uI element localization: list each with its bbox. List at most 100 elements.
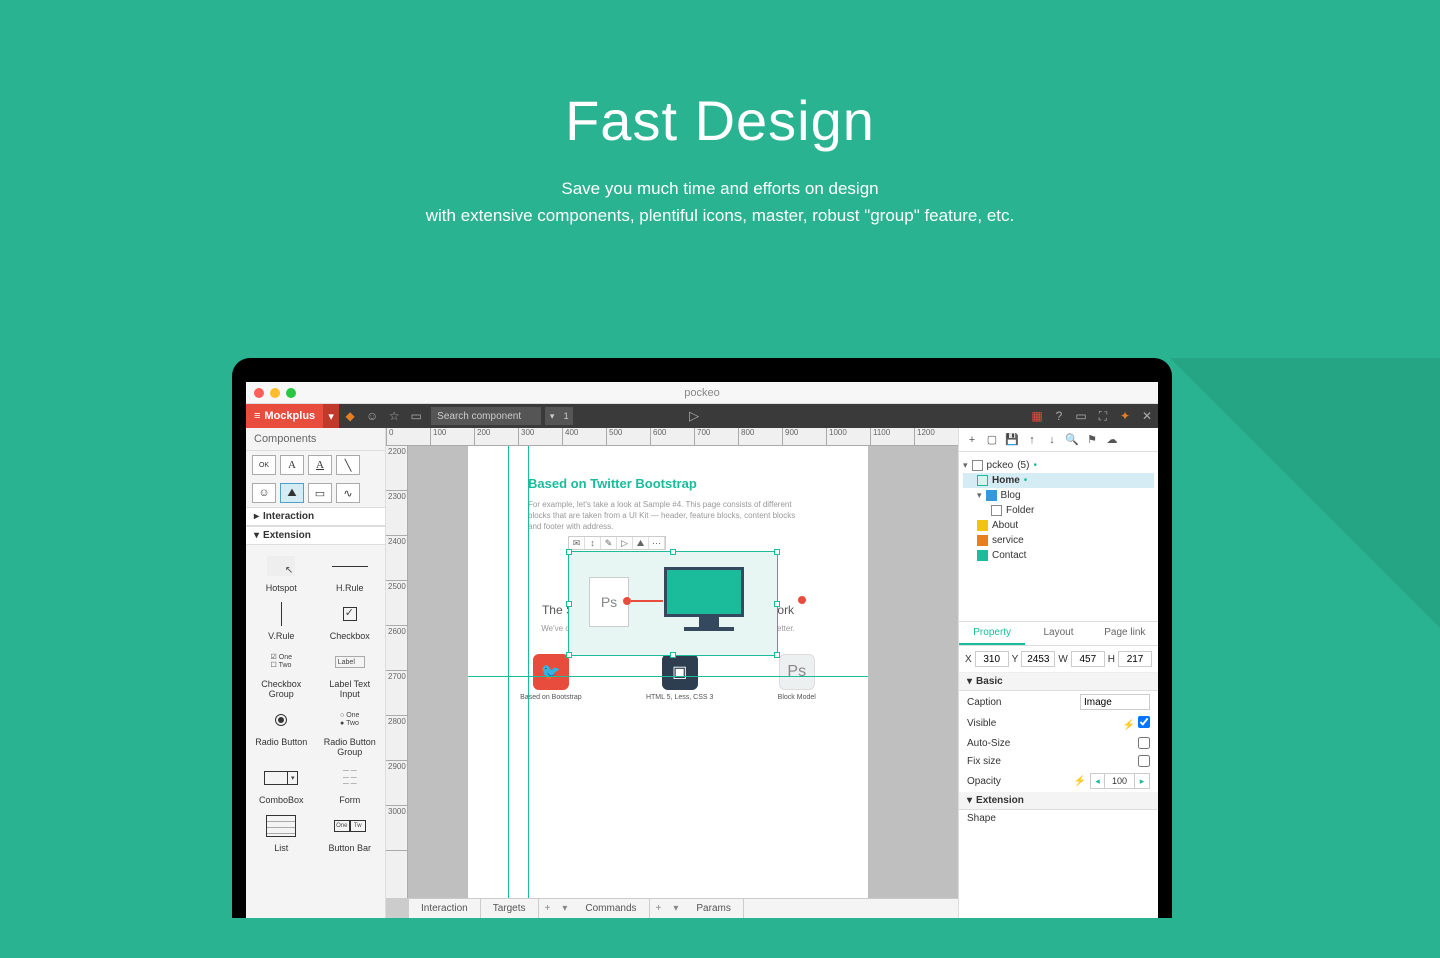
page-icon bbox=[977, 535, 988, 546]
comp-hrule[interactable]: H.Rule bbox=[317, 549, 384, 595]
ok-component-icon[interactable]: OK bbox=[252, 455, 276, 475]
comp-combobox[interactable]: ▾ComboBox bbox=[248, 761, 315, 807]
section-interaction[interactable]: ▸Interaction bbox=[246, 507, 385, 526]
grid-icon[interactable]: ▦ bbox=[1026, 404, 1048, 428]
star-icon[interactable]: ☆ bbox=[383, 404, 405, 428]
brand-dropdown-icon[interactable]: ▾ bbox=[323, 404, 339, 428]
cloud-icon[interactable]: ☁ bbox=[1103, 431, 1121, 449]
topbar: ≡ Mockplus ▾ ◆ ☺ ☆ ▭ Search component ▾ … bbox=[246, 404, 1158, 428]
link-node-icon[interactable] bbox=[798, 596, 806, 604]
autosize-checkbox[interactable] bbox=[1138, 737, 1150, 749]
play-icon[interactable]: ▷ bbox=[683, 404, 705, 428]
screen-icon[interactable]: ▭ bbox=[405, 404, 427, 428]
x-input[interactable] bbox=[975, 651, 1009, 667]
prop-autosize: Auto-Size bbox=[959, 734, 1158, 752]
section-extension[interactable]: ▾Extension bbox=[959, 792, 1158, 810]
visible-checkbox[interactable] bbox=[1138, 716, 1150, 728]
help-icon[interactable]: ? bbox=[1048, 404, 1070, 428]
monitor-frame: pockeo ≡ Mockplus ▾ ◆ ☺ ☆ ▭ Search compo… bbox=[232, 358, 1172, 918]
comp-button-bar[interactable]: OneTwButton Bar bbox=[317, 809, 384, 855]
comp-radio-group[interactable]: ○ One● TwoRadio Button Group bbox=[317, 703, 384, 759]
canvas[interactable]: 0100200300400500600700800900100011001200… bbox=[386, 428, 958, 918]
text-component-icon[interactable]: A bbox=[280, 455, 304, 475]
up-icon[interactable]: ↑ bbox=[1023, 431, 1041, 449]
sel-tool-icon[interactable]: ✎ bbox=[601, 537, 617, 549]
fullscreen-icon[interactable]: ⛶ bbox=[1092, 404, 1114, 428]
search-input[interactable]: Search component bbox=[431, 407, 541, 425]
artboard[interactable]: Based on Twitter Bootstrap For example, … bbox=[468, 446, 868, 898]
comp-hotspot[interactable]: Hotspot bbox=[248, 549, 315, 595]
cube-icon[interactable]: ◆ bbox=[339, 404, 361, 428]
folder-icon bbox=[972, 460, 983, 471]
new-folder-icon[interactable]: ▢ bbox=[983, 431, 1001, 449]
tab-property[interactable]: Property bbox=[959, 622, 1025, 645]
prop-shape: Shape bbox=[959, 810, 1158, 827]
maximize-icon[interactable] bbox=[286, 388, 296, 398]
tab-layout[interactable]: Layout bbox=[1025, 622, 1091, 645]
search-icon[interactable]: 🔍 bbox=[1063, 431, 1081, 449]
hero-title: Fast Design bbox=[0, 0, 1440, 153]
y-input[interactable] bbox=[1021, 651, 1055, 667]
brand-menu[interactable]: ≡ Mockplus bbox=[246, 404, 323, 428]
add-icon[interactable]: + bbox=[650, 903, 668, 914]
search-dropdown-icon[interactable]: ▾ bbox=[545, 407, 559, 425]
close-icon[interactable] bbox=[254, 388, 264, 398]
close-x-icon[interactable]: ✕ bbox=[1136, 404, 1158, 428]
tab-targets[interactable]: Targets bbox=[481, 899, 539, 918]
fixsize-checkbox[interactable] bbox=[1138, 755, 1150, 767]
section-basic[interactable]: ▾Basic bbox=[959, 673, 1158, 691]
window-icon[interactable]: ▭ bbox=[1070, 404, 1092, 428]
save-icon[interactable]: 💾 bbox=[1003, 431, 1021, 449]
sel-tool-icon[interactable]: ⛰ bbox=[633, 537, 649, 549]
selection-toolbar[interactable]: ✉↕✎▷⛰⋯ bbox=[568, 536, 666, 550]
image-component-icon[interactable]: ⛰ bbox=[280, 483, 304, 503]
emoji-component-icon[interactable]: ☺ bbox=[252, 483, 276, 503]
down-icon[interactable]: ▾ bbox=[556, 903, 573, 914]
comp-form[interactable]: — —— —— —Form bbox=[317, 761, 384, 807]
tree-page-service[interactable]: service bbox=[963, 533, 1154, 548]
tree-page-about[interactable]: About bbox=[963, 518, 1154, 533]
opacity-stepper[interactable]: ◂100▸ bbox=[1090, 773, 1150, 789]
flag-icon[interactable]: ⚑ bbox=[1083, 431, 1101, 449]
gift-icon[interactable]: ✦ bbox=[1114, 404, 1136, 428]
feature-bootstrap[interactable]: 🐦Based on Bootstrap bbox=[520, 654, 582, 701]
tree-page-blog[interactable]: ▾Blog bbox=[963, 488, 1154, 503]
tree-page-contact[interactable]: Contact bbox=[963, 548, 1154, 563]
down-icon[interactable]: ▾ bbox=[667, 903, 684, 914]
sel-tool-icon[interactable]: ▷ bbox=[617, 537, 633, 549]
line-component-icon[interactable]: ╲ bbox=[336, 455, 360, 475]
comp-checkbox[interactable]: Checkbox bbox=[317, 597, 384, 643]
down-icon[interactable]: ↓ bbox=[1043, 431, 1061, 449]
comp-label-text-input[interactable]: LabelLabel Text Input bbox=[317, 645, 384, 701]
comp-list[interactable]: List bbox=[248, 809, 315, 855]
caption-input[interactable] bbox=[1080, 694, 1150, 710]
comp-checkbox-group[interactable]: ☑ One☐ TwoCheckbox Group bbox=[248, 645, 315, 701]
selected-element[interactable]: Ps bbox=[568, 551, 778, 656]
tab-pagelink[interactable]: Page link bbox=[1092, 622, 1158, 645]
rect-component-icon[interactable]: ▭ bbox=[308, 483, 332, 503]
sel-tool-icon[interactable]: ↕ bbox=[585, 537, 601, 549]
w-input[interactable] bbox=[1071, 651, 1105, 667]
folder-icon bbox=[991, 505, 1002, 516]
tab-commands[interactable]: Commands bbox=[573, 899, 649, 918]
underline-component-icon[interactable]: A bbox=[308, 455, 332, 475]
smile-icon[interactable]: ☺ bbox=[361, 404, 383, 428]
page-icon bbox=[977, 475, 988, 486]
minimize-icon[interactable] bbox=[270, 388, 280, 398]
tree-page-home[interactable]: Home • bbox=[963, 473, 1154, 488]
add-icon[interactable]: + bbox=[539, 903, 557, 914]
comp-vrule[interactable]: V.Rule bbox=[248, 597, 315, 643]
tree-project[interactable]: ▾pckeo (5) • bbox=[963, 458, 1154, 473]
tab-interaction[interactable]: Interaction bbox=[408, 899, 481, 918]
curve-component-icon[interactable]: ∿ bbox=[336, 483, 360, 503]
tab-params[interactable]: Params bbox=[684, 899, 743, 918]
sel-tool-icon[interactable]: ✉ bbox=[569, 537, 585, 549]
h-input[interactable] bbox=[1118, 651, 1152, 667]
comp-radio[interactable]: Radio Button bbox=[248, 703, 315, 759]
sel-tool-icon[interactable]: ⋯ bbox=[649, 537, 665, 549]
section-extension[interactable]: ▾Extension bbox=[246, 526, 385, 545]
tree-folder[interactable]: Folder bbox=[963, 503, 1154, 518]
feature-html5[interactable]: ▣HTML 5, Less, CSS 3 bbox=[646, 654, 713, 701]
feature-block[interactable]: PsBlock Model bbox=[778, 654, 816, 701]
new-page-icon[interactable]: + bbox=[963, 431, 981, 449]
